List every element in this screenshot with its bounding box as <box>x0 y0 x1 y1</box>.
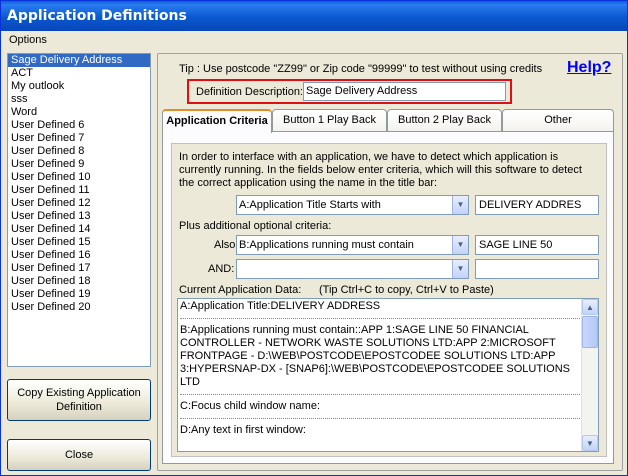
definition-list-item[interactable]: User Defined 13 <box>8 210 150 223</box>
separator <box>180 418 580 419</box>
definition-list-item[interactable]: User Defined 14 <box>8 223 150 236</box>
scroll-thumb[interactable] <box>582 316 598 348</box>
criterion3-value-input[interactable] <box>475 259 599 279</box>
copy-definition-button[interactable]: Copy Existing Application Definition <box>7 379 151 421</box>
tab-other[interactable]: Other <box>502 109 614 131</box>
definition-list-item[interactable]: Sage Delivery Address <box>8 54 150 67</box>
tip-text: Tip : Use postcode "ZZ99" or Zip code "9… <box>179 63 543 75</box>
separator <box>180 394 580 395</box>
current-data-text: A:Application Title:DELIVERY ADDRESS B:A… <box>178 299 582 438</box>
current-data-tip: (Tip Ctrl+C to copy, Ctrl+V to Paste) <box>319 284 494 296</box>
help-link[interactable]: Help? <box>567 59 611 77</box>
criterion1-type-select[interactable]: A:Application Title Starts with ▼ <box>236 195 469 215</box>
criterion2-type-select[interactable]: B:Applications running must contain ▼ <box>236 235 469 255</box>
and-label: AND: <box>208 263 235 275</box>
definition-list-item[interactable]: User Defined 9 <box>8 158 150 171</box>
description-input[interactable]: Sage Delivery Address <box>303 82 506 101</box>
current-data-label: Current Application Data: <box>179 284 302 296</box>
chevron-down-icon[interactable]: ▼ <box>452 196 468 214</box>
definition-list-item[interactable]: User Defined 19 <box>8 288 150 301</box>
criterion2-value-input[interactable]: SAGE LINE 50 <box>475 235 599 255</box>
definitions-list[interactable]: Sage Delivery Address ACT My outlook sss Wor… <box>7 53 151 367</box>
definition-list-item[interactable]: User Defined 6 <box>8 119 150 132</box>
application-definitions-window: Application Definitions Options Sage Del… <box>0 0 628 476</box>
tab-button2-playback[interactable]: Button 2 Play Back <box>387 109 502 131</box>
menu-options[interactable]: Options <box>9 34 47 46</box>
data-line-a: A:Application Title:DELIVERY ADDRESS <box>180 300 381 312</box>
description-label: Definition Description: <box>196 86 303 98</box>
definition-list-item[interactable]: User Defined 11 <box>8 184 150 197</box>
scroll-up-icon[interactable]: ▲ <box>582 299 598 315</box>
criteria-intro: In order to interface with an applicatio… <box>179 151 582 189</box>
window-title: Application Definitions <box>1 1 627 31</box>
tab-button1-playback[interactable]: Button 1 Play Back <box>272 109 387 131</box>
definition-list-item[interactable]: User Defined 16 <box>8 249 150 262</box>
definition-list-item[interactable]: My outlook <box>8 80 150 93</box>
data-line-b: B:Applications running must contain::APP… <box>180 324 570 388</box>
menubar: Options <box>1 31 627 49</box>
definition-list-item[interactable]: User Defined 18 <box>8 275 150 288</box>
definition-list-item[interactable]: Word <box>8 106 150 119</box>
definition-list-item[interactable]: User Defined 10 <box>8 171 150 184</box>
definition-list-item[interactable]: User Defined 8 <box>8 145 150 158</box>
criterion3-type-select[interactable]: ▼ <box>236 259 469 279</box>
scroll-down-icon[interactable]: ▼ <box>582 435 598 451</box>
optional-criteria-label: Plus additional optional criteria: <box>179 220 332 232</box>
chevron-down-icon[interactable]: ▼ <box>452 236 468 254</box>
definition-list-item[interactable]: User Defined 20 <box>8 301 150 314</box>
definition-list-item[interactable]: User Defined 7 <box>8 132 150 145</box>
chevron-down-icon[interactable]: ▼ <box>452 260 468 278</box>
vertical-scrollbar[interactable]: ▲ ▼ <box>581 299 598 451</box>
data-line-c: C:Focus child window name: <box>180 400 321 412</box>
definition-list-item[interactable]: User Defined 12 <box>8 197 150 210</box>
also-label: Also: <box>214 239 239 251</box>
close-button[interactable]: Close <box>7 439 151 471</box>
definition-list-item[interactable]: sss <box>8 93 150 106</box>
definition-list-item[interactable]: ACT <box>8 67 150 80</box>
tab-application-criteria[interactable]: Application Criteria <box>162 109 272 133</box>
criterion1-value-input[interactable]: DELIVERY ADDRES <box>475 195 599 215</box>
current-application-data[interactable]: A:Application Title:DELIVERY ADDRESS B:A… <box>177 298 599 452</box>
criterion1-type-value: A:Application Title Starts with <box>239 199 381 211</box>
definition-list-item[interactable]: User Defined 15 <box>8 236 150 249</box>
definition-list-item[interactable]: User Defined 17 <box>8 262 150 275</box>
separator <box>180 318 580 319</box>
data-line-d: D:Any text in first window: <box>180 424 306 436</box>
criterion2-type-value: B:Applications running must contain <box>239 239 414 251</box>
